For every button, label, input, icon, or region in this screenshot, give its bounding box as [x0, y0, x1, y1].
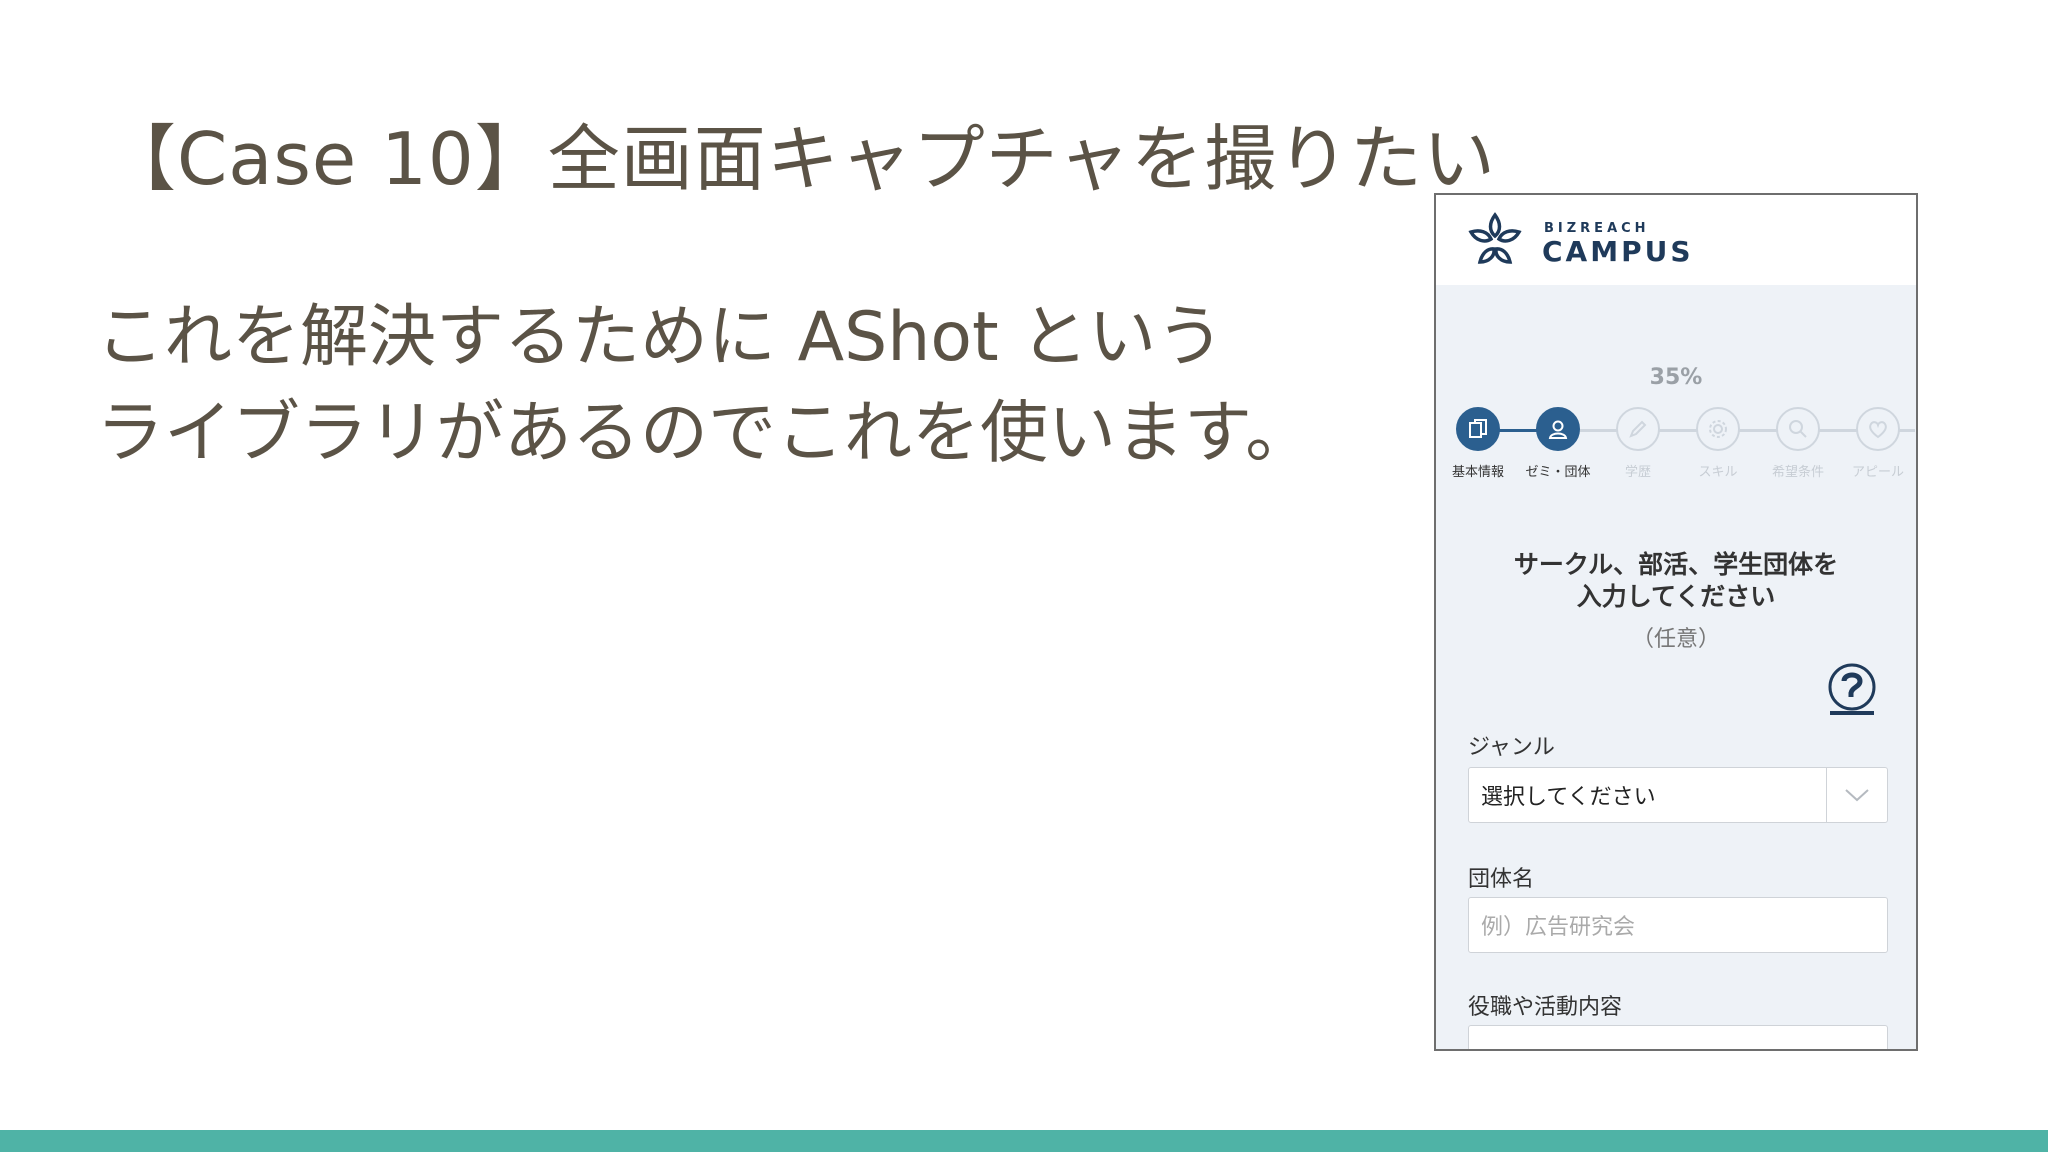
genre-select[interactable]: 選択してください [1468, 767, 1888, 823]
form-heading: サークル、部活、学生団体を 入力してください [1436, 549, 1916, 613]
step-basic-info[interactable]: 基本情報 [1438, 407, 1518, 480]
brand-big-text: CAMPUS [1542, 235, 1694, 268]
select-arrow[interactable] [1826, 768, 1887, 822]
privacy-mark-icon [1828, 663, 1876, 715]
step-seminar-org[interactable]: ゼミ・団体 [1518, 407, 1598, 480]
step-label: アピール [1851, 465, 1904, 480]
bottom-accent-bar [0, 1130, 2048, 1152]
step-skills[interactable]: スキル [1678, 407, 1758, 480]
slide-body-line-1: これを解決するために AShot という [96, 298, 1225, 377]
slide-body-line-2: ライブラリがあるのでこれを使います。 [96, 394, 1314, 473]
brand-small-text: BIZREACH [1544, 221, 1650, 236]
chevron-down-icon [1845, 789, 1869, 802]
form-optional-note: （任意） [1631, 627, 1720, 652]
slide-title: 【Case 10】全画面キャプチャを撮りたい [104, 117, 1496, 201]
role-label: 役職や活動内容 [1468, 995, 1623, 1020]
step-label: スキル [1698, 465, 1738, 480]
phone-header: BIZREACH CAMPUS [1436, 195, 1916, 285]
step-label: 希望条件 [1771, 465, 1824, 480]
slide: 【Case 10】全画面キャプチャを撮りたい これを解決するために AShot … [0, 0, 2048, 1152]
document-icon [1469, 419, 1487, 438]
gear-icon [1709, 420, 1727, 438]
step-label: 学歴 [1624, 465, 1651, 480]
progress-steps: 基本情報 ゼミ・団体 学歴 スキル 希望条件 アピール [1436, 407, 1916, 487]
org-name-placeholder: 例）広告研究会 [1481, 915, 1636, 940]
form-heading-line-1: サークル、部活、学生団体を [1513, 550, 1839, 579]
genre-select-value: 選択してください [1481, 785, 1656, 810]
slide-body: これを解決するために AShot という ライブラリがあるのでこれを使います。 [96, 290, 1313, 482]
genre-label: ジャンル [1468, 735, 1555, 760]
org-name-label: 団体名 [1468, 867, 1535, 892]
heart-icon [1869, 421, 1887, 439]
step-label: ゼミ・団体 [1525, 465, 1591, 480]
person-icon [1548, 420, 1568, 439]
org-name-input[interactable]: 例）広告研究会 [1468, 897, 1888, 953]
step-preferences[interactable]: 希望条件 [1758, 407, 1838, 480]
form-heading-line-2: 入力してください [1576, 582, 1776, 611]
search-icon [1789, 420, 1807, 438]
progress-percent: 35% [1649, 365, 1703, 390]
step-label: 基本情報 [1451, 465, 1504, 480]
step-appeal[interactable]: アピール [1838, 407, 1916, 480]
pencil-icon [1629, 420, 1647, 438]
phone-screenshot: BIZREACH CAMPUS 35% 基本情報 ゼミ・団体 学歴 スキル 希望… [1434, 193, 1918, 1051]
role-input[interactable] [1468, 1025, 1888, 1049]
sakura-logo-icon [1468, 212, 1522, 264]
step-education[interactable]: 学歴 [1598, 407, 1678, 480]
